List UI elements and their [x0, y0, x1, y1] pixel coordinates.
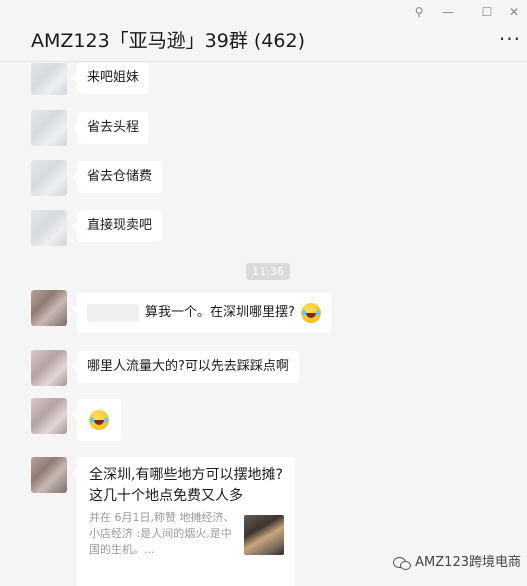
message-bubble[interactable]: 算我一个。在深圳哪里摆? [72, 293, 331, 333]
avatar[interactable] [31, 160, 67, 196]
chat-title: AMZ123「亚马逊」39群 (462) [31, 30, 305, 52]
message-text: 直接现卖吧 [87, 218, 153, 233]
message-bubble[interactable]: 哪里人流量大的?可以先去踩踩点啊 [72, 351, 299, 383]
minimize-icon[interactable]: — [438, 5, 458, 19]
laugh-cry-emoji-icon [300, 302, 321, 323]
watermark: AMZ123跨境电商 [393, 551, 521, 570]
title-bar: AMZ123「亚马逊」39群 (462) ⚲ — ☐ ✕ ... [0, 0, 527, 62]
pin-icon[interactable]: ⚲ [409, 5, 429, 19]
link-card-title: 全深圳,有哪些地方可以摆地摊?这几十个地点免费又人多 [89, 467, 283, 504]
close-icon[interactable]: ✕ [504, 5, 524, 19]
more-options-button[interactable]: ... [499, 23, 521, 43]
message-text: 省去头程 [87, 120, 140, 135]
message-text: 来吧姐妹 [87, 70, 140, 85]
message-text: 算我一个。在深圳哪里摆? [145, 305, 295, 320]
maximize-icon[interactable]: ☐ [477, 5, 497, 19]
link-card[interactable]: 全深圳,有哪些地方可以摆地摊?这几十个地点免费又人多 并在 6月1日,称赞 地摊… [72, 457, 295, 586]
avatar[interactable] [31, 210, 67, 246]
message-bubble[interactable]: 省去头程 [71, 112, 150, 144]
link-card-thumbnail [244, 515, 284, 555]
wechat-icon [393, 556, 412, 570]
message-bubble[interactable]: 省去仓储费 [71, 161, 163, 193]
laugh-cry-emoji-icon [89, 409, 109, 430]
message-text: 省去仓储费 [87, 169, 153, 184]
avatar[interactable] [31, 63, 67, 95]
message-bubble[interactable]: 直接现卖吧 [71, 210, 163, 242]
avatar[interactable] [31, 457, 67, 493]
avatar[interactable] [31, 110, 67, 146]
blurred-mention [87, 303, 139, 322]
watermark-text: AMZ123跨境电商 [415, 555, 521, 570]
message-timestamp: 11:36 [246, 263, 290, 280]
message-bubble[interactable]: 来吧姐妹 [71, 63, 150, 94]
avatar[interactable] [31, 398, 67, 434]
link-card-description: 并在 6月1日,称赞 地摊经济、小店经济 :是人间的烟火,是中国的生机。... [89, 511, 235, 556]
message-text: 哪里人流量大的?可以先去踩踩点啊 [87, 359, 289, 374]
message-bubble[interactable] [72, 399, 121, 441]
chat-message-area[interactable]: 来吧姐妹 省去头程 省去仓储费 直接现卖吧 11:36 算我一个。在深圳哪里摆?… [0, 63, 527, 586]
avatar[interactable] [31, 290, 67, 326]
avatar[interactable] [31, 350, 67, 386]
